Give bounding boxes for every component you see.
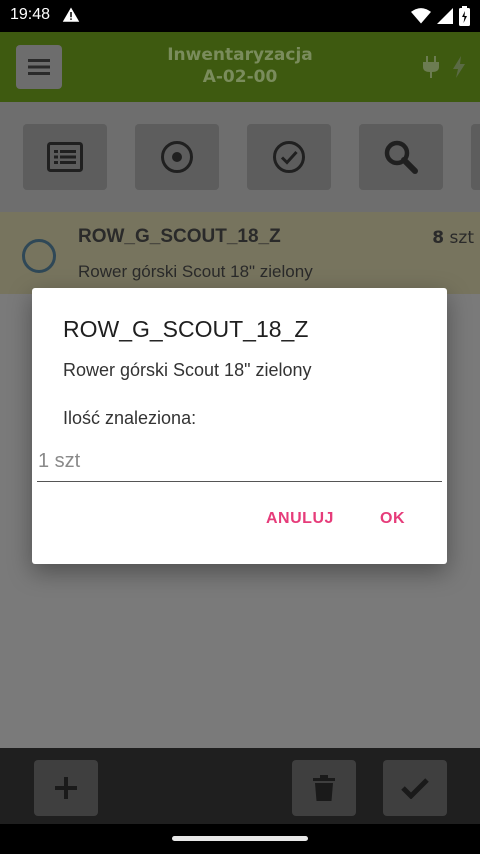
wifi-icon: [411, 7, 431, 29]
more-tools-button[interactable]: [471, 124, 480, 190]
toolbar: [0, 102, 480, 212]
signal-icon: [437, 7, 453, 29]
plus-icon: [55, 777, 77, 799]
quantity-dialog: ROW_G_SCOUT_18_Z Rower górski Scout 18" …: [32, 288, 447, 564]
home-gesture-handle[interactable]: [172, 836, 308, 841]
confirm-button[interactable]: [383, 760, 447, 816]
item-code: ROW_G_SCOUT_18_Z: [78, 226, 281, 247]
battery-charging-icon: [459, 6, 470, 30]
item-description: Rower górski Scout 18" zielony: [78, 262, 313, 281]
status-bar: 19:48: [0, 0, 480, 32]
search-button[interactable]: [359, 124, 443, 190]
list-icon: [47, 142, 83, 172]
dialog-title: ROW_G_SCOUT_18_Z: [63, 316, 309, 342]
cancel-button[interactable]: ANULUJ: [266, 510, 334, 528]
plug-icon: [422, 56, 440, 82]
flash-icon: [452, 56, 466, 82]
delete-button[interactable]: [292, 760, 356, 816]
check-circle-icon: [273, 141, 305, 173]
add-button[interactable]: [34, 760, 98, 816]
app-title: Inwentaryzacja: [167, 45, 313, 65]
bottom-action-bar: [0, 748, 480, 824]
status-time: 19:48: [10, 6, 51, 23]
app-subtitle: A-02-00: [202, 67, 278, 87]
item-status-circle-icon: [22, 239, 56, 273]
list-item[interactable]: ROW_G_SCOUT_18_Z 8 szt Rower górski Scou…: [0, 212, 480, 294]
search-icon: [384, 140, 418, 174]
check-icon: [401, 778, 429, 799]
quantity-input[interactable]: [37, 446, 442, 482]
pending-filter-button[interactable]: [135, 124, 219, 190]
warning-icon: [62, 6, 80, 28]
list-view-button[interactable]: [23, 124, 107, 190]
dialog-description: Rower górski Scout 18" zielony: [63, 360, 312, 380]
app-bar: Inwentaryzacja A-02-00: [0, 32, 480, 102]
ok-button[interactable]: OK: [380, 510, 405, 528]
item-quantity: 8 szt: [432, 228, 474, 248]
quantity-label: Ilość znaleziona:: [63, 408, 197, 428]
radio-target-icon: [161, 141, 193, 173]
item-qty-unit: szt: [449, 228, 474, 248]
trash-icon: [313, 775, 335, 801]
page-title: Inwentaryzacja A-02-00: [0, 44, 480, 88]
done-filter-button[interactable]: [247, 124, 331, 190]
navigation-bar: [0, 824, 480, 854]
item-qty-value: 8: [432, 228, 445, 248]
